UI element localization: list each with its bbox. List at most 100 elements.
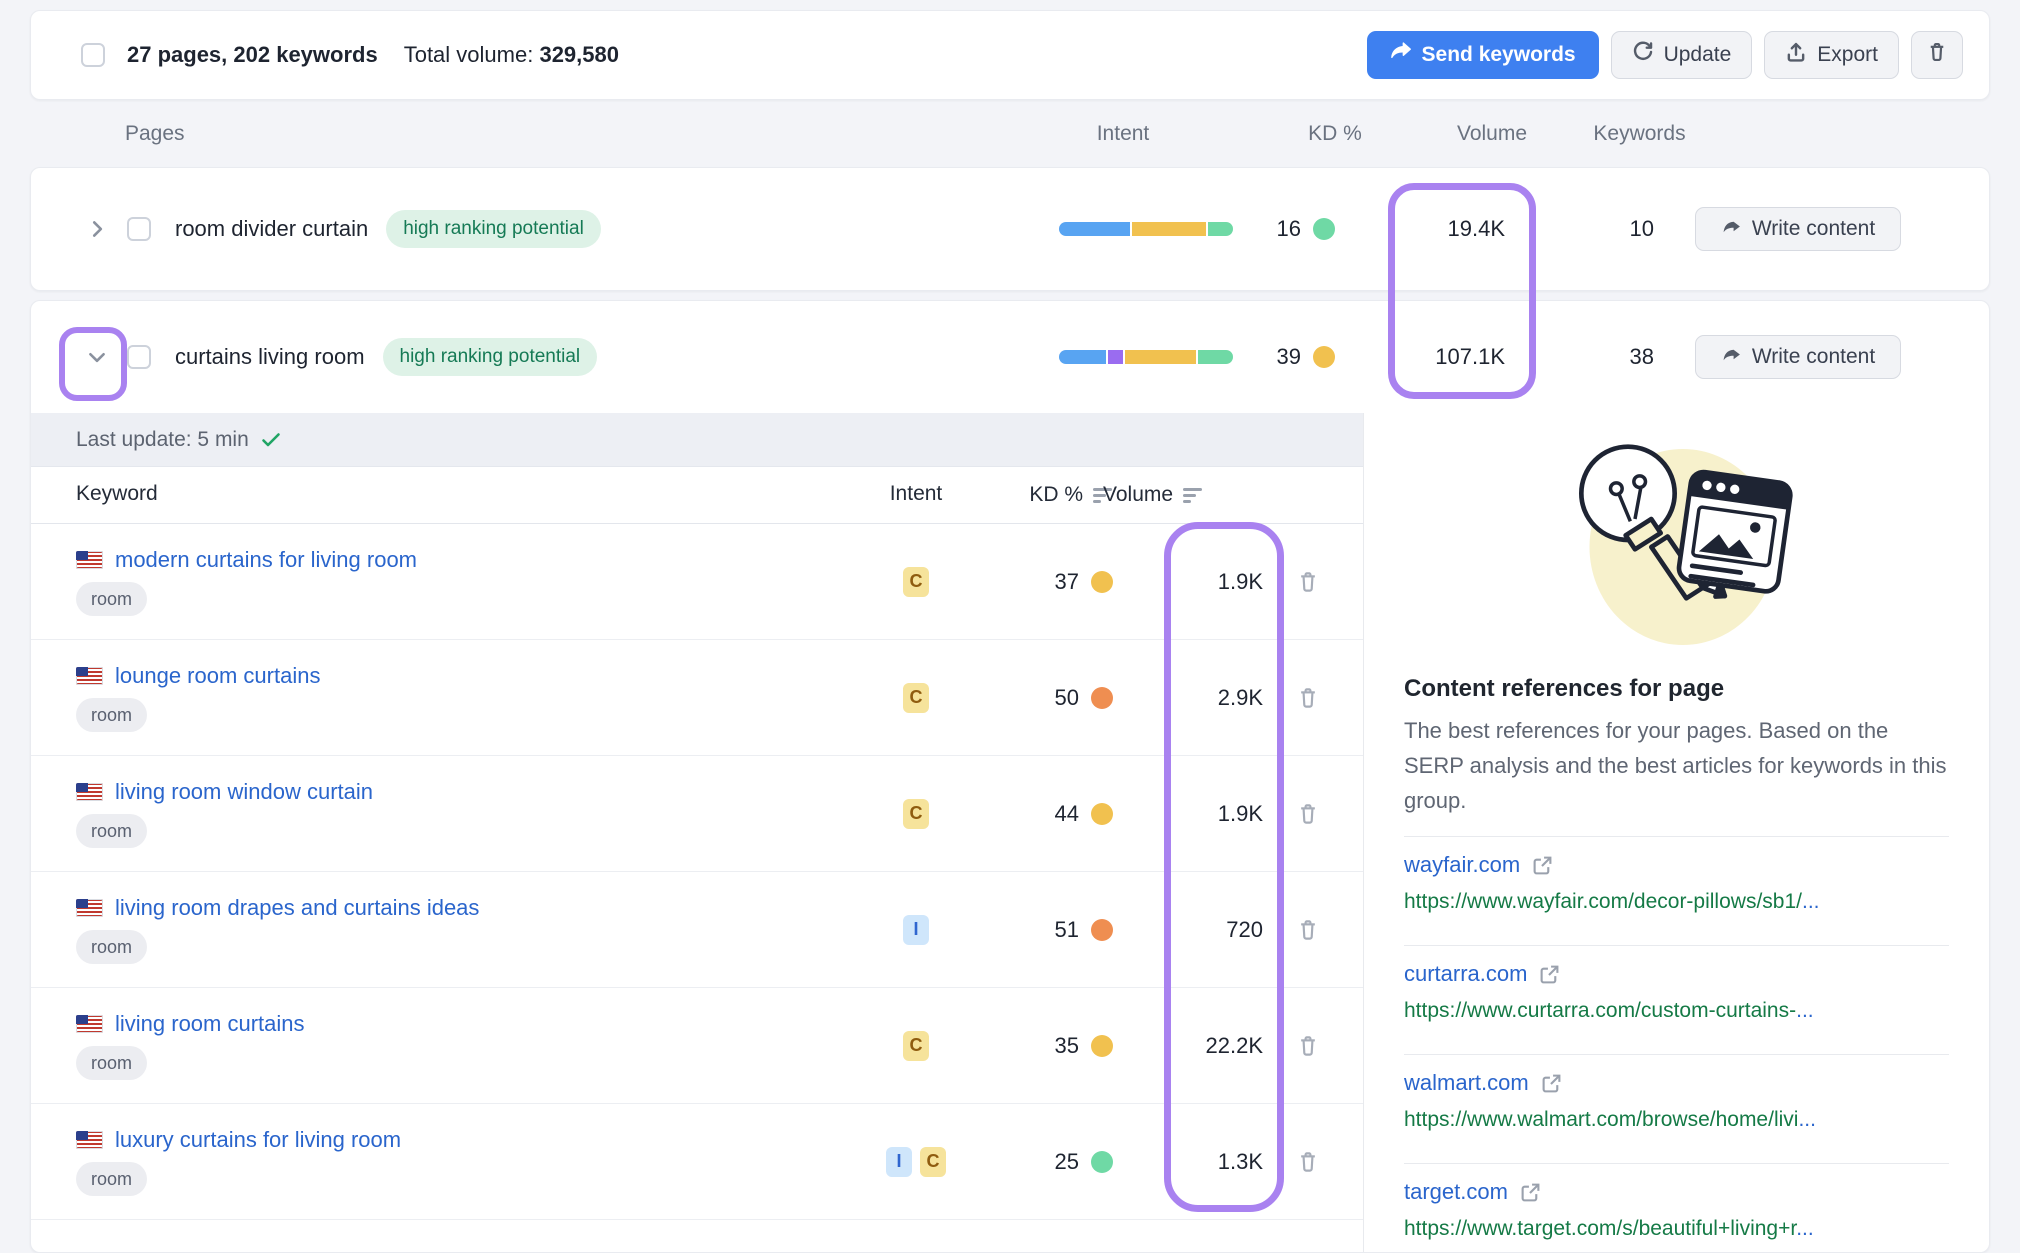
share-arrow-icon xyxy=(1390,41,1412,69)
external-link-icon[interactable] xyxy=(1532,855,1553,876)
keyword-link[interactable]: modern curtains for living room xyxy=(115,547,417,573)
keyword-tag: room xyxy=(76,930,147,964)
kd-level-dot xyxy=(1091,1035,1113,1057)
kd-value: 16 xyxy=(1277,216,1301,242)
topbar-actions: Send keywords Update Export xyxy=(1367,31,1963,79)
collapse-chevron-down-icon[interactable] xyxy=(79,339,115,375)
column-volume: Volume xyxy=(1430,122,1554,146)
volume-value: 1.9K xyxy=(1121,524,1263,639)
reference-url: https://www.walmart.com/browse/home/livi… xyxy=(1404,1108,1949,1132)
kd-value: 35 xyxy=(1055,1033,1079,1059)
column-volume-sort[interactable]: Volume xyxy=(1103,467,1273,523)
last-update-bar: Last update: 5 min xyxy=(31,413,1363,467)
keyword-row: lounge room curtains room C 50 2.9K xyxy=(31,640,1363,756)
volume-value: 107.1K xyxy=(1361,301,1505,413)
intent-badge-commercial: C xyxy=(903,1031,929,1061)
us-flag-icon xyxy=(76,1015,103,1033)
volume-value: 19.4K xyxy=(1361,168,1505,290)
check-icon xyxy=(261,430,281,450)
expand-chevron-right-icon[interactable] xyxy=(79,211,115,247)
keyword-row: living room window curtain room C 44 1.9… xyxy=(31,756,1363,872)
intent-badge-informational: I xyxy=(903,915,929,945)
reference-domain-link[interactable]: target.com xyxy=(1404,1179,1508,1205)
external-link-icon[interactable] xyxy=(1541,1073,1562,1094)
keyword-manager-app: 27 pages, 202 keywords Total volume: 329… xyxy=(0,0,2020,1253)
update-button[interactable]: Update xyxy=(1611,31,1753,79)
high-ranking-badge: high ranking potential xyxy=(386,210,601,248)
total-volume: Total volume: 329,580 xyxy=(404,42,619,68)
column-kd: KD % xyxy=(1275,122,1395,146)
write-content-button[interactable]: Write content xyxy=(1695,207,1901,251)
reference-item: curtarra.com https://www.curtarra.com/cu… xyxy=(1404,945,1949,1054)
export-button[interactable]: Export xyxy=(1764,31,1899,79)
keyword-row: modern curtains for living room room C 3… xyxy=(31,524,1363,640)
delete-keyword-button[interactable] xyxy=(1291,1104,1325,1219)
column-keyword: Keyword xyxy=(76,482,158,506)
column-pages: Pages xyxy=(125,122,185,146)
keyword-link[interactable]: living room window curtain xyxy=(115,779,373,805)
keywords-count: 10 xyxy=(1551,168,1654,290)
external-link-icon[interactable] xyxy=(1539,964,1560,985)
share-arrow-icon xyxy=(1721,216,1742,243)
keyword-link[interactable]: living room drapes and curtains ideas xyxy=(115,895,479,921)
delete-keyword-button[interactable] xyxy=(1291,756,1325,871)
keyword-tag: room xyxy=(76,814,147,848)
delete-keyword-button[interactable] xyxy=(1291,988,1325,1103)
keyword-tag: room xyxy=(76,1046,147,1080)
page-checkbox[interactable] xyxy=(127,345,151,369)
us-flag-icon xyxy=(76,899,103,917)
kd-value: 44 xyxy=(1055,801,1079,827)
reference-domain-link[interactable]: wayfair.com xyxy=(1404,852,1520,878)
select-all-checkbox[interactable] xyxy=(81,43,105,67)
external-link-icon[interactable] xyxy=(1520,1182,1541,1203)
volume-value: 2.9K xyxy=(1121,640,1263,755)
content-references-panel: Content references for page The best ref… xyxy=(1363,413,1989,1253)
keywords-table-header: Keyword Intent KD % Volume xyxy=(31,467,1363,524)
total-volume-label: Total volume: xyxy=(404,42,534,67)
export-icon xyxy=(1785,41,1807,69)
column-intent: Intent xyxy=(1058,122,1188,146)
intent-badge-commercial: C xyxy=(920,1147,946,1177)
delete-keyword-button[interactable] xyxy=(1291,640,1325,755)
topbar: 27 pages, 202 keywords Total volume: 329… xyxy=(30,10,1990,100)
intent-badge-informational: I xyxy=(886,1147,912,1177)
references-title: Content references for page xyxy=(1404,675,1949,703)
page-checkbox[interactable] xyxy=(127,217,151,241)
kd-level-dot xyxy=(1091,919,1113,941)
us-flag-icon xyxy=(76,551,103,569)
page-row-room-divider-curtain: room divider curtain high ranking potent… xyxy=(30,167,1990,291)
keyword-link[interactable]: lounge room curtains xyxy=(115,663,320,689)
volume-value: 720 xyxy=(1121,872,1263,987)
reference-item: target.com https://www.target.com/s/beau… xyxy=(1404,1163,1949,1253)
keywords-table: Last update: 5 min Keyword Intent KD % V… xyxy=(31,413,1363,1253)
delete-button[interactable] xyxy=(1911,31,1963,79)
delete-keyword-button[interactable] xyxy=(1291,872,1325,987)
kd-value: 50 xyxy=(1055,685,1079,711)
high-ranking-badge: high ranking potential xyxy=(383,338,598,376)
send-keywords-button[interactable]: Send keywords xyxy=(1367,31,1599,79)
pages-table-header: Pages Intent KD % Volume Keywords xyxy=(30,114,1990,158)
sort-descending-icon xyxy=(1183,488,1203,503)
pages-keywords-summary: 27 pages, 202 keywords xyxy=(127,42,378,68)
keywords-count: 38 xyxy=(1551,301,1654,413)
total-volume-value: 329,580 xyxy=(539,42,619,67)
kd-value: 37 xyxy=(1055,569,1079,595)
us-flag-icon xyxy=(76,667,103,685)
keyword-link[interactable]: living room curtains xyxy=(115,1011,305,1037)
kd-value: 39 xyxy=(1277,344,1301,370)
reference-url: https://www.wayfair.com/decor-pillows/sb… xyxy=(1404,890,1949,914)
reference-domain-link[interactable]: curtarra.com xyxy=(1404,961,1527,987)
lightbulb-pencil-illustration xyxy=(1404,429,1949,669)
kd-level-dot xyxy=(1091,803,1113,825)
write-content-button[interactable]: Write content xyxy=(1695,335,1901,379)
keyword-tag: room xyxy=(76,582,147,616)
column-kd-sort[interactable]: KD % xyxy=(961,467,1113,523)
volume-value: 1.3K xyxy=(1121,1104,1263,1219)
delete-keyword-button[interactable] xyxy=(1291,524,1325,639)
keyword-link[interactable]: luxury curtains for living room xyxy=(115,1127,401,1153)
reference-url: https://www.target.com/s/beautiful+livin… xyxy=(1404,1217,1949,1241)
reference-url: https://www.curtarra.com/custom-curtains… xyxy=(1404,999,1949,1023)
kd-level-dot xyxy=(1091,571,1113,593)
reference-domain-link[interactable]: walmart.com xyxy=(1404,1070,1529,1096)
references-list: wayfair.com https://www.wayfair.com/deco… xyxy=(1404,836,1949,1253)
